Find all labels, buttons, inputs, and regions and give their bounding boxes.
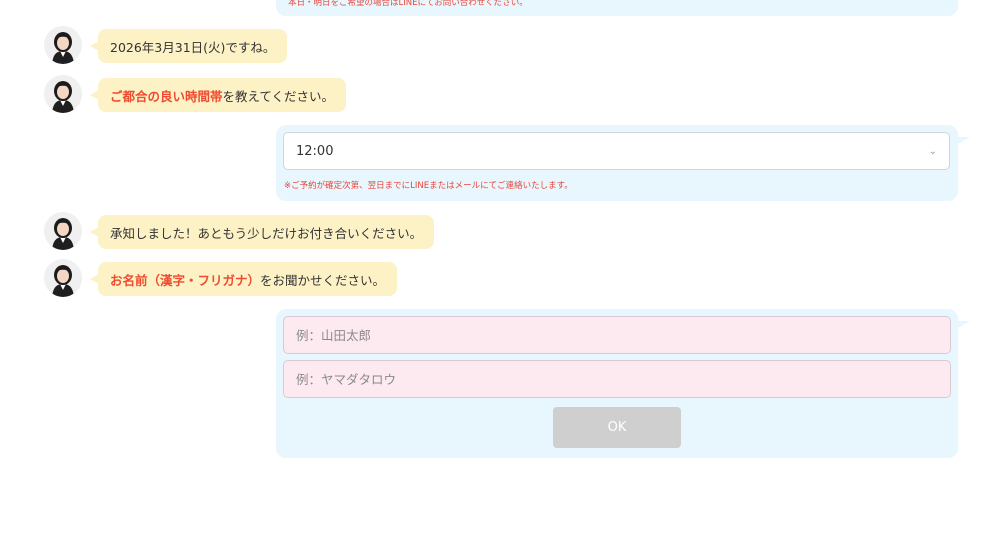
operator-bubble: 2026年3月31日(火)ですね。 [89,29,288,63]
chat-page: 本日・明日をご希望の場合はLINEにてお問い合わせください。 2026年3月31… [0,0,1000,536]
previous-user-panel: 本日・明日をご希望の場合はLINEにてお問い合わせください。 [276,0,958,16]
acknowledge-text: 承知しました！あともう少しだけお付き合いください。 [110,225,423,241]
time-select-value: 12:00 [296,143,334,159]
name-prompt-highlight: お名前（漢字・フリガナ） [110,272,261,288]
operator-bubble: お名前（漢字・フリガナ） をお聞かせください。 [89,262,398,296]
time-prompt-text: を教えてください。 [222,88,335,104]
operator-avatar-icon [44,212,82,250]
time-select[interactable]: 12:00 ⌄ [283,132,950,170]
kanji-name-input[interactable] [283,316,951,354]
operator-bubble: ご都合の良い時間帯 を教えてください。 [89,78,347,112]
operator-avatar-icon [44,259,82,297]
operator-avatar-icon [44,75,82,113]
name-form-panel: OK [276,309,970,458]
operator-avatar-icon [44,26,82,64]
name-prompt-text: をお聞かせください。 [260,272,386,288]
booking-confirm-note: ※ご予約が確定次第、翌日までにLINEまたはメールにてご連絡いたします。 [284,181,573,191]
ok-button[interactable]: OK [553,407,681,448]
operator-bubble: 承知しました！あともう少しだけお付き合いください。 [89,215,435,249]
time-select-panel: 12:00 ⌄ ※ご予約が確定次第、翌日までにLINEまたはメールにてご連絡いた… [276,125,970,201]
time-prompt-highlight: ご都合の良い時間帯 [110,88,223,104]
furigana-name-input[interactable] [283,360,951,398]
date-confirm-text: 2026年3月31日(火)ですね。 [110,39,276,55]
chevron-down-icon: ⌄ [928,145,937,157]
same-day-note: 本日・明日をご希望の場合はLINEにてお問い合わせください。 [288,0,528,8]
